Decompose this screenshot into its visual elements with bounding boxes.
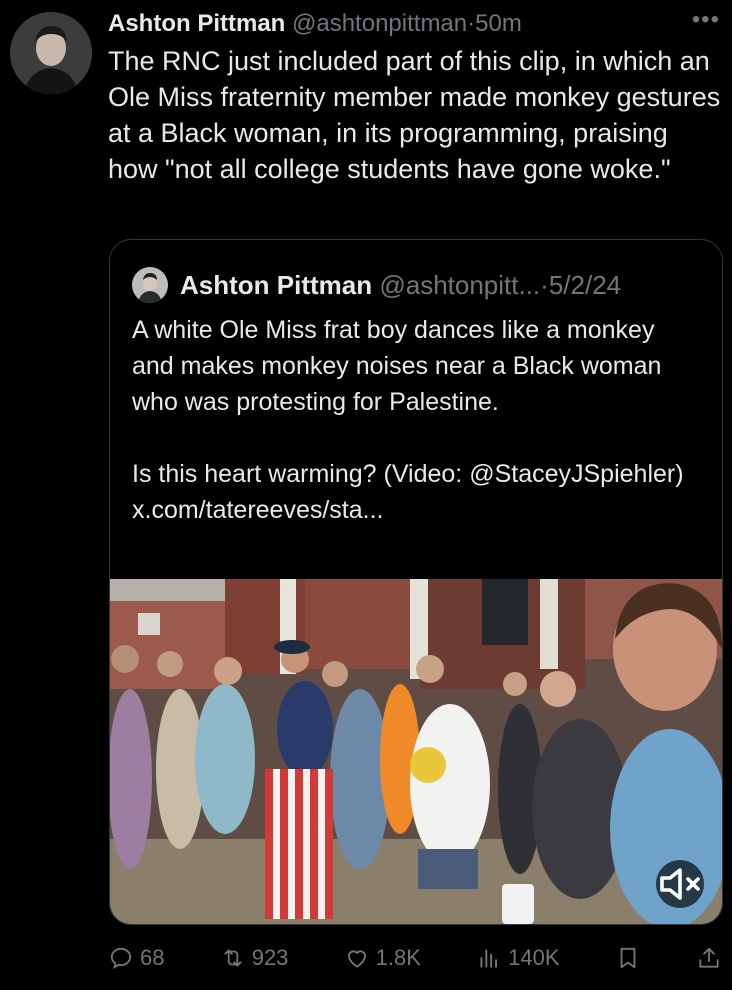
bookmark-icon [620,947,636,969]
heart-icon [347,950,366,968]
repost-button[interactable]: 923 [220,945,289,971]
views-count: 140K [508,945,560,970]
reply-button[interactable]: 68 [108,945,164,971]
reply-count: 68 [140,945,165,970]
repost-icon [224,949,242,967]
author-name[interactable]: Ashton Pittman [108,10,285,37]
reply-icon [110,947,132,970]
like-button[interactable]: 1.8K [344,945,421,971]
quote-author-name: Ashton Pittman [180,269,373,300]
tweet-text: The RNC just included part of this clip,… [108,46,721,184]
tweet-time[interactable]: 50m [475,10,522,37]
share-button[interactable] [696,945,722,971]
author-avatar[interactable] [10,12,92,94]
separator-dot: · [540,269,549,300]
mute-icon [660,868,700,900]
views-button[interactable]: 140K [476,945,560,971]
tweet-header: Ashton Pittman @ashtonpittman·50m [108,8,732,40]
quote-text: A white Ole Miss frat boy dances like a … [132,312,702,528]
repost-count: 923 [251,945,289,970]
quote-header: Ashton Pittman @ashtonpitt... · 5/2/24 [132,267,622,303]
author-handle[interactable]: @ashtonpittman [292,10,467,37]
separator-dot: · [467,10,476,37]
quote-text-paragraph: Is this heart warming? (Video: @StaceyJS… [132,460,684,524]
like-count: 1.8K [375,945,421,970]
video-player[interactable] [110,579,722,924]
quote-author-handle: @ashtonpitt... [379,269,541,300]
share-icon [699,947,719,968]
video-frame [110,579,722,924]
bookmark-button[interactable] [615,945,641,971]
mute-button[interactable] [656,860,704,908]
quote-date: 5/2/24 [548,269,622,300]
quote-text-paragraph: A white Ole Miss frat boy dances like a … [132,316,662,416]
quoted-tweet[interactable]: Ashton Pittman @ashtonpitt... · 5/2/24 A w… [109,239,723,925]
more-icon[interactable]: ••• [692,8,720,32]
action-bar: 68 923 1.8K 140K [108,938,722,978]
views-icon [480,949,498,968]
quote-author-avatar [132,267,168,303]
